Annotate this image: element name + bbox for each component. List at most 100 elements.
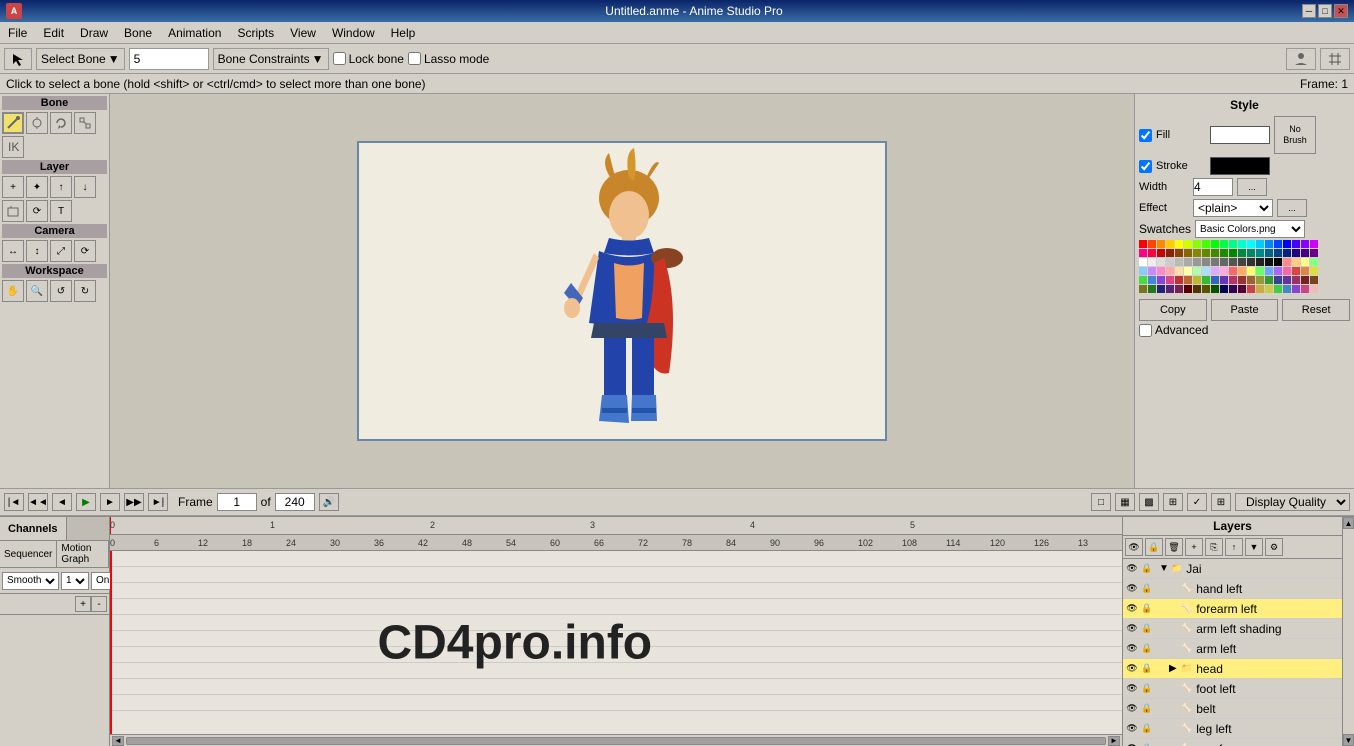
check-button[interactable]: ✓: [1187, 493, 1207, 511]
bone-number-input[interactable]: [129, 48, 209, 70]
color-swatch-cell[interactable]: [1202, 258, 1210, 266]
color-swatch-cell[interactable]: [1139, 258, 1147, 266]
color-swatch-cell[interactable]: [1211, 285, 1219, 293]
layer-tool-7[interactable]: T: [50, 200, 72, 222]
layer-eye-icon-2[interactable]: 👁: [1125, 602, 1139, 616]
color-swatch-cell[interactable]: [1247, 258, 1255, 266]
paste-button[interactable]: Paste: [1211, 299, 1279, 321]
effect-extra-btn[interactable]: ...: [1277, 199, 1307, 217]
menu-animation[interactable]: Animation: [160, 22, 229, 43]
color-swatch-cell[interactable]: [1229, 285, 1237, 293]
grid-button[interactable]: [1320, 48, 1350, 70]
color-swatch-cell[interactable]: [1265, 240, 1273, 248]
scroll-down-button[interactable]: ▼: [1343, 734, 1354, 746]
layer-row[interactable]: 👁 🔒 🦴 scarf: [1123, 739, 1342, 746]
color-swatch-cell[interactable]: [1256, 267, 1264, 275]
color-swatch-cell[interactable]: [1202, 285, 1210, 293]
color-swatch-cell[interactable]: [1238, 267, 1246, 275]
color-swatch-cell[interactable]: [1220, 276, 1228, 284]
layers-tool-6[interactable]: ↑: [1225, 538, 1243, 556]
layer-eye-icon-1[interactable]: 👁: [1125, 582, 1139, 596]
color-swatch-cell[interactable]: [1211, 267, 1219, 275]
undo-tool[interactable]: ↺: [50, 280, 72, 302]
layer-eye-icon-5[interactable]: 👁: [1125, 662, 1139, 676]
layer-row[interactable]: 👁 🔒 ▶ 📁 head: [1123, 659, 1342, 679]
color-swatch-cell[interactable]: [1193, 240, 1201, 248]
color-swatch-cell[interactable]: [1166, 276, 1174, 284]
layer-eye-icon-9[interactable]: 👁: [1125, 742, 1139, 746]
menu-file[interactable]: File: [0, 22, 35, 43]
layer-eye-icon-7[interactable]: 👁: [1125, 702, 1139, 716]
color-swatch-cell[interactable]: [1265, 285, 1273, 293]
color-swatch-cell[interactable]: [1301, 240, 1309, 248]
color-swatch-cell[interactable]: [1310, 240, 1318, 248]
color-swatch-cell[interactable]: [1301, 258, 1309, 266]
effect-select[interactable]: <plain>: [1193, 199, 1273, 217]
layers-tool-2[interactable]: 🔒: [1145, 538, 1163, 556]
color-swatch-cell[interactable]: [1292, 240, 1300, 248]
layer-tool-2[interactable]: ✦: [26, 176, 48, 198]
color-swatch-cell[interactable]: [1265, 258, 1273, 266]
color-swatch-cell[interactable]: [1238, 276, 1246, 284]
color-swatch-cell[interactable]: [1238, 249, 1246, 257]
color-swatch-cell[interactable]: [1256, 276, 1264, 284]
menu-scripts[interactable]: Scripts: [229, 22, 282, 43]
color-swatch-cell[interactable]: [1184, 276, 1192, 284]
color-swatch-cell[interactable]: [1148, 249, 1156, 257]
timeline-zoom-in-button[interactable]: +: [75, 596, 91, 612]
lasso-mode-checkbox[interactable]: [408, 52, 421, 65]
color-swatch-cell[interactable]: [1139, 249, 1147, 257]
last-frame-button[interactable]: ►|: [148, 493, 168, 511]
tab-motion-graph[interactable]: Motion Graph: [57, 541, 109, 567]
layer-tool-4[interactable]: ↓: [74, 176, 96, 198]
timeline-zoom-out-button[interactable]: -: [91, 596, 107, 612]
color-swatch-cell[interactable]: [1211, 240, 1219, 248]
select-bone-dropdown[interactable]: Select Bone ▼: [36, 48, 125, 70]
color-swatch-cell[interactable]: [1301, 249, 1309, 257]
tool-cursor-button[interactable]: [4, 48, 32, 70]
color-swatch-cell[interactable]: [1247, 276, 1255, 284]
color-swatch-cell[interactable]: [1274, 285, 1282, 293]
scroll-up-button[interactable]: ▲: [1343, 517, 1354, 529]
color-swatch-cell[interactable]: [1283, 276, 1291, 284]
color-swatch-cell[interactable]: [1292, 276, 1300, 284]
layer-row[interactable]: 👁 🔒 🦴 arm left: [1123, 639, 1342, 659]
quality-3-button[interactable]: ▩: [1139, 493, 1159, 511]
scale-bone-tool[interactable]: [74, 112, 96, 134]
color-swatch-cell[interactable]: [1283, 285, 1291, 293]
fill-checkbox[interactable]: [1139, 129, 1152, 142]
scrollbar-track[interactable]: [126, 737, 1106, 745]
color-swatch-cell[interactable]: [1211, 276, 1219, 284]
tab-channels[interactable]: Channels: [0, 517, 67, 540]
color-swatch-cell[interactable]: [1148, 258, 1156, 266]
color-swatch-cell[interactable]: [1184, 240, 1192, 248]
layer-row[interactable]: 👁 🔒 🦴 belt: [1123, 699, 1342, 719]
scroll-right-button[interactable]: ►: [1108, 736, 1120, 746]
color-swatch-cell[interactable]: [1139, 276, 1147, 284]
color-swatch-cell[interactable]: [1175, 249, 1183, 257]
color-swatch-cell[interactable]: [1184, 267, 1192, 275]
menu-edit[interactable]: Edit: [35, 22, 72, 43]
color-swatch-cell[interactable]: [1247, 249, 1255, 257]
display-quality-select[interactable]: Display Quality: [1235, 493, 1350, 511]
layer-eye-icon-0[interactable]: 👁: [1125, 562, 1139, 576]
camera-tool-3[interactable]: ⤢: [50, 240, 72, 262]
layer-row[interactable]: 👁 🔒 🦴 leg left: [1123, 719, 1342, 739]
color-swatch-cell[interactable]: [1229, 267, 1237, 275]
color-swatch-cell[interactable]: [1310, 258, 1318, 266]
fullscreen-button[interactable]: ⊞: [1211, 493, 1231, 511]
layer-eye-icon-6[interactable]: 👁: [1125, 682, 1139, 696]
layer-eye-icon-8[interactable]: 👁: [1125, 722, 1139, 736]
color-swatch-cell[interactable]: [1202, 240, 1210, 248]
bone-constraints-dropdown[interactable]: Bone Constraints ▼: [213, 48, 329, 70]
color-swatch-cell[interactable]: [1238, 240, 1246, 248]
reset-button[interactable]: Reset: [1282, 299, 1350, 321]
color-swatch-cell[interactable]: [1166, 285, 1174, 293]
quality-2-button[interactable]: ▦: [1115, 493, 1135, 511]
color-swatch-cell[interactable]: [1184, 258, 1192, 266]
color-swatch-cell[interactable]: [1211, 249, 1219, 257]
layer-tool-6[interactable]: ⟳: [26, 200, 48, 222]
layers-tool-8[interactable]: ⚙: [1265, 538, 1283, 556]
layer-row[interactable]: 👁 🔒 ▼ 📁 Jai: [1123, 559, 1342, 579]
color-swatch-cell[interactable]: [1247, 240, 1255, 248]
